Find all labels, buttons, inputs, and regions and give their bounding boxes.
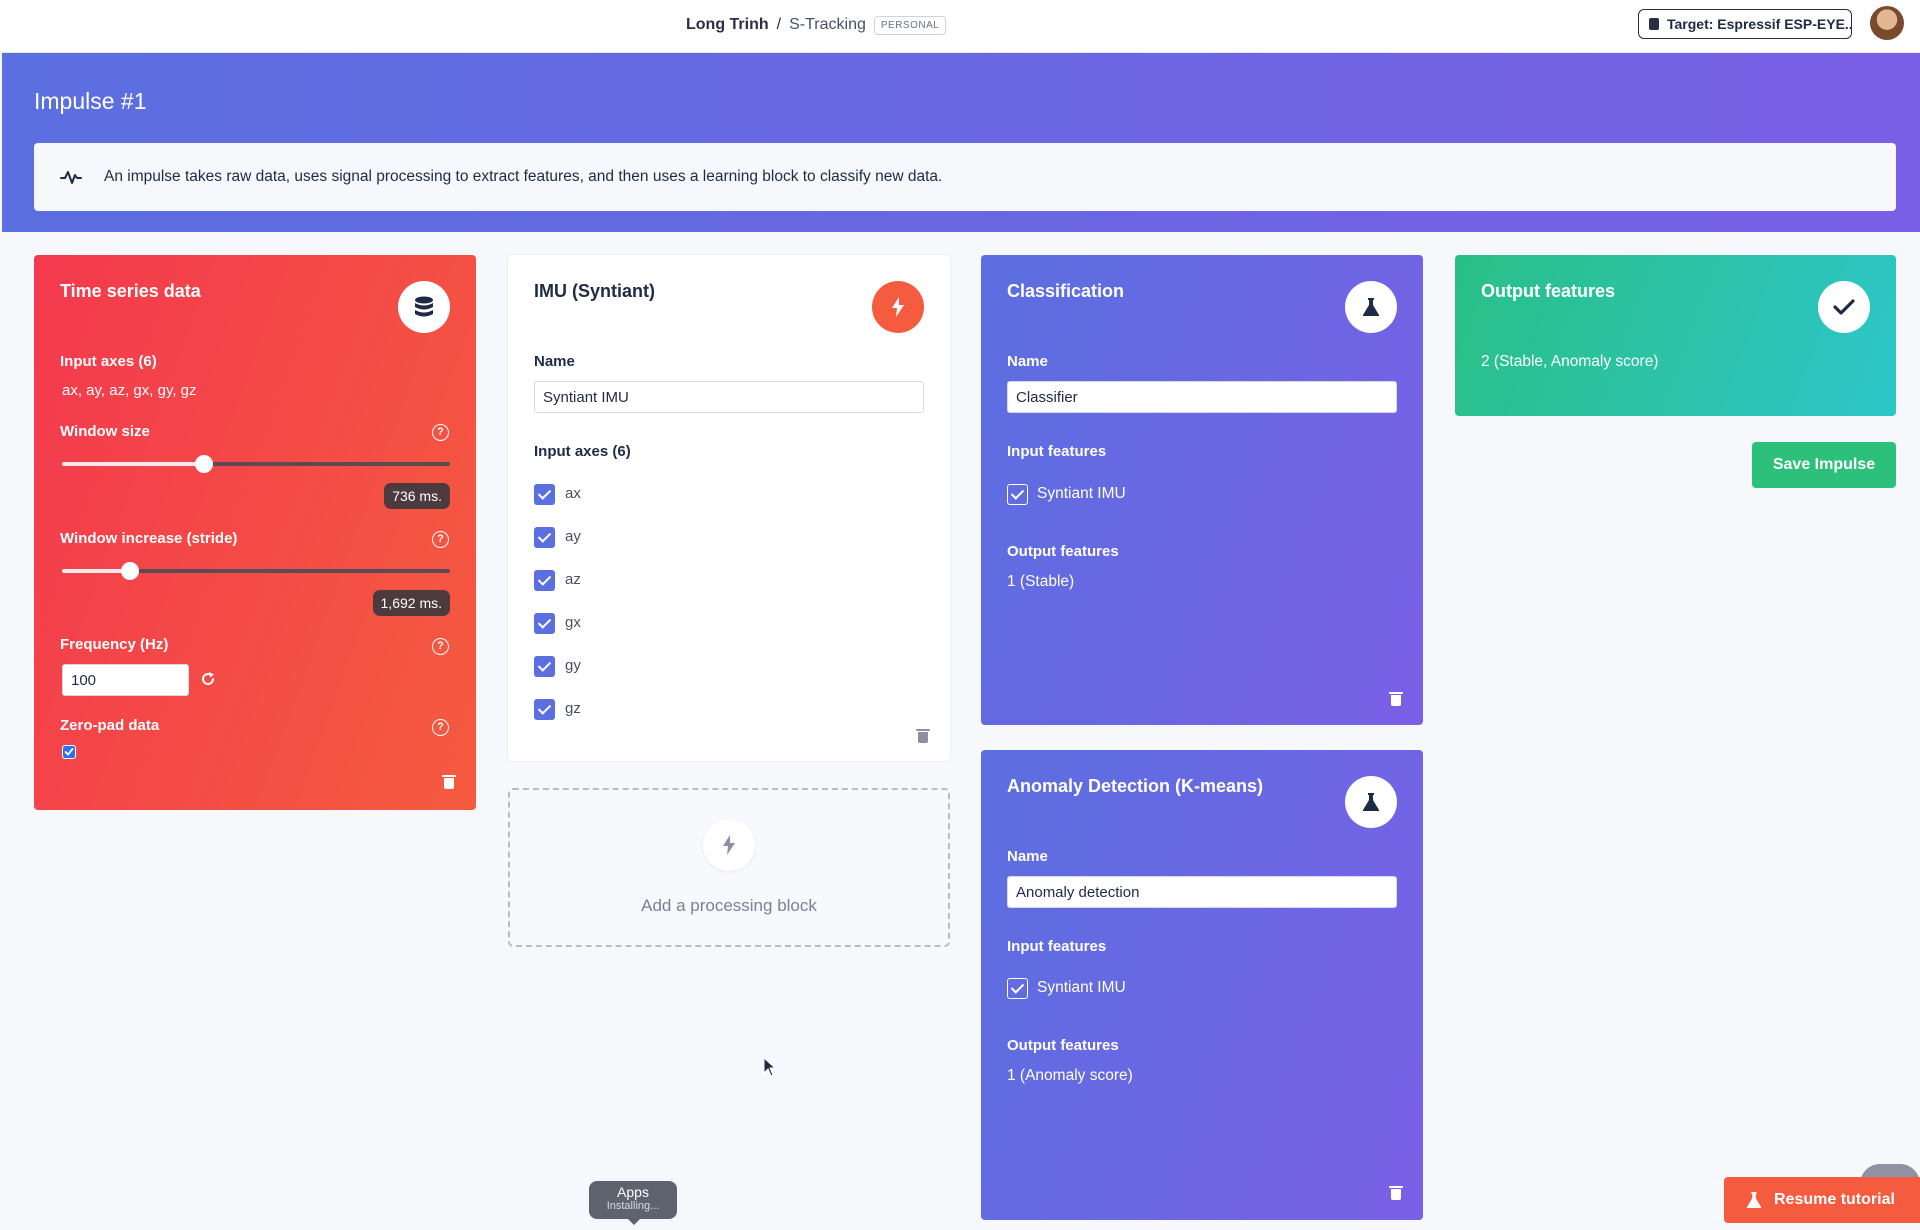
classification-output-features-label: Output features xyxy=(1007,543,1119,560)
axis-label-az: az xyxy=(565,571,581,588)
database-icon xyxy=(398,281,450,333)
axis-checkbox-gx[interactable] xyxy=(534,613,555,634)
window-increase-slider[interactable] xyxy=(62,562,450,580)
bolt-icon xyxy=(703,819,755,871)
time-series-title: Time series data xyxy=(60,281,201,301)
axis-checkbox-az[interactable] xyxy=(534,570,555,591)
processing-title: IMU (Syntiant) xyxy=(534,281,655,301)
anomaly-name-label: Name xyxy=(1007,848,1048,865)
add-processing-block[interactable]: Add a processing block xyxy=(508,788,950,947)
axis-checkbox-gz[interactable] xyxy=(534,699,555,720)
delete-classification-trash-icon[interactable] xyxy=(1389,692,1403,706)
axis-label-ax: ax xyxy=(565,485,581,502)
axis-checkbox-ay[interactable] xyxy=(534,527,555,548)
output-features-value: 2 (Stable, Anomaly score) xyxy=(1481,353,1659,370)
zero-pad-checkbox[interactable] xyxy=(62,745,76,759)
processing-block-card: IMU (Syntiant) Name Input axes (6) ax ay… xyxy=(508,255,950,761)
axis-label-gz: gz xyxy=(565,700,581,717)
bolt-icon xyxy=(872,281,924,333)
apps-tooltip-status: Installing... xyxy=(606,1200,660,1212)
add-processing-block-label: Add a processing block xyxy=(641,896,817,915)
anomaly-output-features-label: Output features xyxy=(1007,1037,1119,1054)
page-title: Impulse #1 xyxy=(34,88,147,114)
pulse-icon xyxy=(60,171,82,184)
anomaly-input-feature-checkbox[interactable] xyxy=(1007,978,1028,999)
output-features-title: Output features xyxy=(1481,281,1616,301)
classification-input-feature-label: Syntiant IMU xyxy=(1037,485,1126,502)
window-size-label: Window size xyxy=(60,423,150,440)
window-increase-help-icon[interactable]: ? xyxy=(432,531,449,548)
anomaly-input-feature-label: Syntiant IMU xyxy=(1037,979,1126,996)
resume-tutorial-button[interactable]: Resume tutorial xyxy=(1724,1177,1920,1223)
zero-pad-label: Zero-pad data xyxy=(60,717,160,734)
frequency-label: Frequency (Hz) xyxy=(60,636,169,653)
avatar[interactable] xyxy=(1870,6,1904,40)
input-axes-label: Input axes (6) xyxy=(60,353,157,370)
anomaly-output-features-value: 1 (Anomaly score) xyxy=(1007,1067,1133,1084)
breadcrumb: Long Trinh / S-Tracking PERSONAL xyxy=(686,14,947,36)
breadcrumb-project[interactable]: S-Tracking xyxy=(789,16,866,34)
window-size-value: 736 ms. xyxy=(384,483,450,509)
classification-title: Classification xyxy=(1007,281,1125,301)
breadcrumb-owner[interactable]: Long Trinh xyxy=(686,16,769,34)
target-device-button[interactable]: Target: Espressif ESP-EYE... xyxy=(1638,9,1852,39)
anomaly-title: Anomaly Detection (K-means) xyxy=(1007,776,1264,796)
axis-checkbox-ax[interactable] xyxy=(534,484,555,505)
mouse-cursor-icon xyxy=(763,1057,777,1077)
apps-tooltip[interactable]: Apps Installing... xyxy=(589,1181,677,1225)
flask-icon xyxy=(1345,281,1397,333)
processing-name-label: Name xyxy=(534,353,575,370)
refresh-icon[interactable] xyxy=(200,671,216,687)
window-increase-value: 1,692 ms. xyxy=(372,590,450,616)
processing-axes-label: Input axes (6) xyxy=(534,443,631,460)
info-box: An impulse takes raw data, uses signal p… xyxy=(34,143,1896,211)
apps-tooltip-title: Apps xyxy=(617,1184,649,1200)
axis-label-ay: ay xyxy=(565,528,581,545)
anomaly-detection-card: Anomaly Detection (K-means) Name Input f… xyxy=(981,750,1423,1220)
info-text: An impulse takes raw data, uses signal p… xyxy=(104,168,943,185)
window-increase-label: Window increase (stride) xyxy=(60,530,238,547)
window-size-help-icon[interactable]: ? xyxy=(432,424,449,441)
output-features-card: Output features 2 (Stable, Anomaly score… xyxy=(1455,255,1896,416)
window-increase-slider-handle[interactable] xyxy=(120,562,139,580)
flask-icon xyxy=(1345,776,1397,828)
axis-label-gx: gx xyxy=(565,614,581,631)
classification-input-features-label: Input features xyxy=(1007,443,1107,460)
anomaly-name-input[interactable] xyxy=(1007,876,1397,908)
window-size-slider[interactable] xyxy=(62,455,450,473)
classification-output-features-value: 1 (Stable) xyxy=(1007,573,1075,590)
window-increase-slider-fill xyxy=(62,569,130,573)
plan-badge: PERSONAL xyxy=(873,15,947,35)
frequency-help-icon[interactable]: ? xyxy=(432,638,449,655)
frequency-input[interactable] xyxy=(62,664,189,696)
zero-pad-help-icon[interactable]: ? xyxy=(432,719,449,736)
window-size-slider-fill xyxy=(62,462,204,466)
top-bar: Long Trinh / S-Tracking PERSONAL Target:… xyxy=(0,0,1920,53)
resume-tutorial-label: Resume tutorial xyxy=(1774,1191,1895,1208)
delete-processing-trash-icon[interactable] xyxy=(916,729,930,743)
window-size-slider-handle[interactable] xyxy=(194,455,213,473)
anomaly-input-features-label: Input features xyxy=(1007,938,1107,955)
target-label: Target: Espressif ESP-EYE... xyxy=(1667,16,1852,32)
classification-input-feature-checkbox[interactable] xyxy=(1007,484,1028,505)
classification-card: Classification Name Input features Synti… xyxy=(981,255,1423,725)
axis-checkbox-gy[interactable] xyxy=(534,656,555,677)
delete-anomaly-trash-icon[interactable] xyxy=(1389,1186,1403,1200)
classification-name-label: Name xyxy=(1007,353,1048,370)
check-icon xyxy=(1818,281,1870,333)
flask-icon xyxy=(1746,1192,1762,1208)
save-impulse-button[interactable]: Save Impulse xyxy=(1752,442,1896,488)
chip-icon xyxy=(1649,18,1659,30)
time-series-card: Time series data Input axes (6) ax, ay, … xyxy=(34,255,476,810)
breadcrumb-separator: / xyxy=(776,16,782,33)
processing-name-input[interactable] xyxy=(534,381,924,413)
delete-time-series-trash-icon[interactable] xyxy=(442,775,456,789)
axis-label-gy: gy xyxy=(565,657,581,674)
classification-name-input[interactable] xyxy=(1007,381,1397,413)
input-axes-value: ax, ay, az, gx, gy, gz xyxy=(62,382,197,399)
